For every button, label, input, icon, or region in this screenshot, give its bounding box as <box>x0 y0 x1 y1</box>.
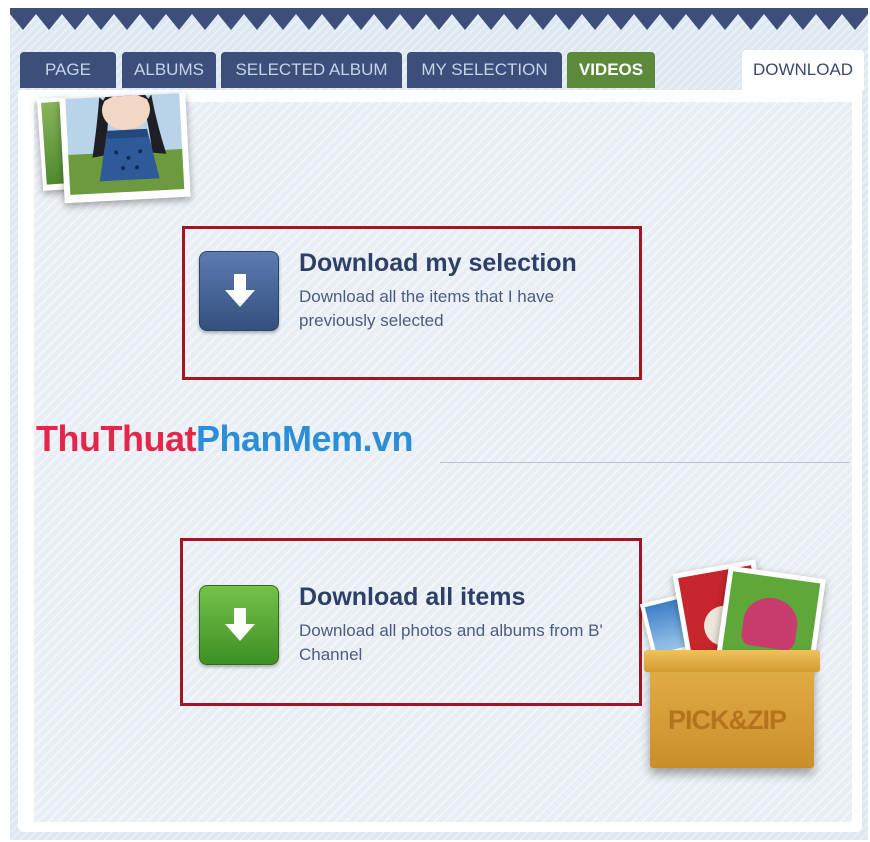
download-arrow-icon <box>225 274 255 307</box>
tab-page[interactable]: PAGE <box>20 52 116 88</box>
doll-photo-main <box>59 89 191 204</box>
doll-image <box>65 89 185 195</box>
watermark-part2: PhanMem.vn <box>195 418 414 459</box>
download-arrow-icon <box>225 608 255 641</box>
divider-line <box>440 462 850 463</box>
pick-zip-label: PICK&ZIP <box>668 705 787 735</box>
pick-zip-crate-lid <box>644 650 820 672</box>
download-all-button[interactable] <box>199 585 279 665</box>
zigzag-border <box>10 8 868 30</box>
tab-albums[interactable]: ALBUMS <box>122 52 216 88</box>
download-selection-description: Download all the items that I have previ… <box>299 287 555 330</box>
watermark: ThuThuatPhanMem.vn <box>36 418 414 460</box>
tab-selected-album[interactable]: SELECTED ALBUM <box>221 52 402 88</box>
download-all-description: Download all photos and albums from B' C… <box>299 621 603 664</box>
download-all-box[interactable]: Download all items Download all photos a… <box>180 538 642 706</box>
download-all-title[interactable]: Download all items <box>299 583 525 612</box>
tab-my-selection[interactable]: MY SELECTION <box>407 52 562 88</box>
tab-download[interactable]: DOWNLOAD <box>742 50 864 90</box>
download-selection-button[interactable] <box>199 251 279 331</box>
watermark-part1: ThuThuat <box>36 418 196 459</box>
tab-videos[interactable]: VIDEOS <box>567 52 655 88</box>
download-selection-box[interactable]: Download my selection Download all the i… <box>182 226 642 380</box>
download-selection-title[interactable]: Download my selection <box>299 249 577 278</box>
